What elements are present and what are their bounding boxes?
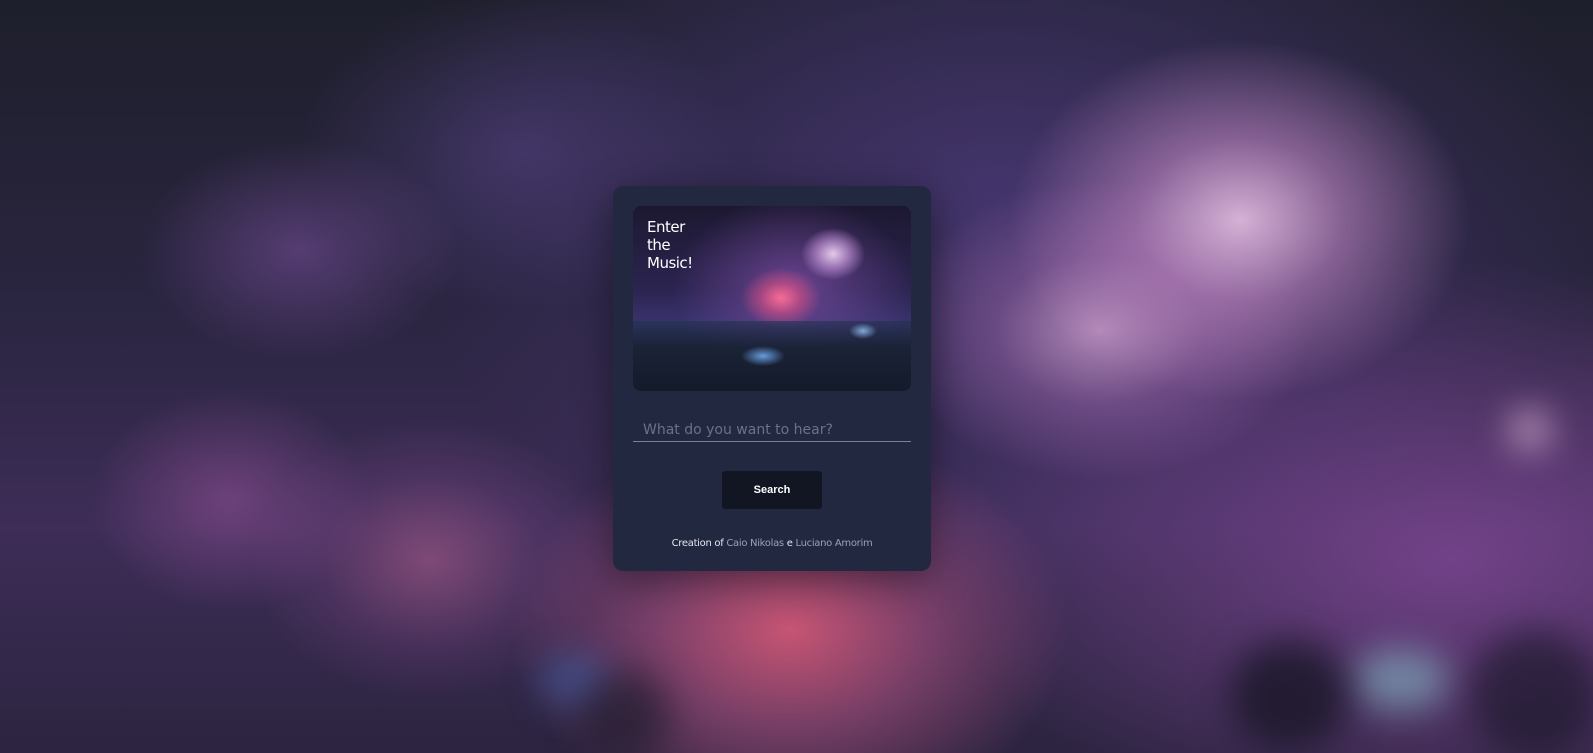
author-link-luciano[interactable]: Luciano Amorim <box>795 538 872 549</box>
search-button[interactable]: Search <box>722 471 822 509</box>
credits-separator: e <box>786 538 793 549</box>
hero-crowd-silhouette <box>633 321 911 391</box>
blurred-light-blob <box>1350 650 1450 710</box>
blurred-silhouette <box>1230 640 1350 750</box>
blurred-silhouette <box>580 670 670 753</box>
author-link-caio[interactable]: Caio Nikolas <box>726 538 784 549</box>
hero-image: Enter the Music! <box>633 206 911 391</box>
search-card: Enter the Music! Search Creation of Caio… <box>613 186 931 571</box>
hero-title: Enter the Music! <box>647 218 693 272</box>
search-input[interactable] <box>633 418 911 442</box>
blurred-silhouette <box>1470 630 1593 753</box>
credits: Creation of Caio Nikolas e Luciano Amori… <box>613 538 931 549</box>
blurred-light-blob <box>1510 410 1550 450</box>
credits-prefix: Creation of <box>671 538 724 549</box>
search-field-wrapper <box>633 418 911 442</box>
